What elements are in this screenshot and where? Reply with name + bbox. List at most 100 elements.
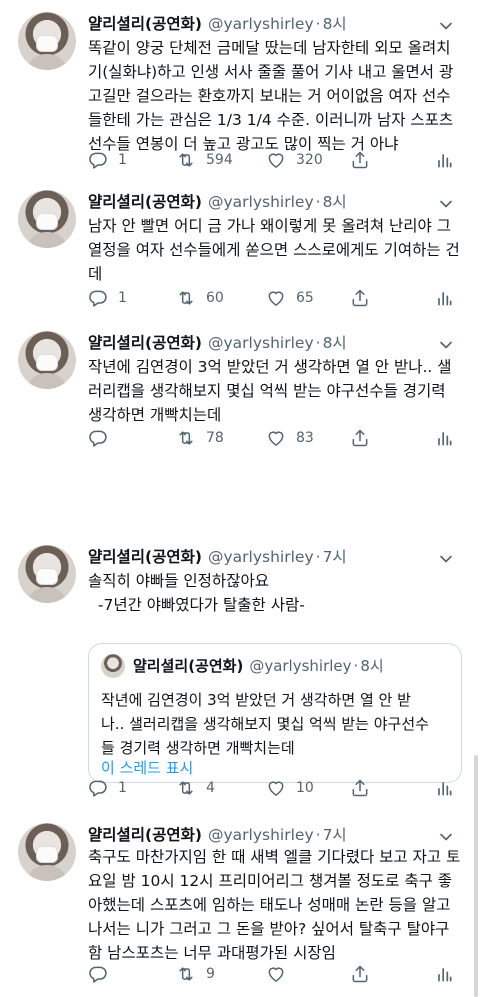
tweet-text-line: 함 남스포츠는 너무 과대평가된 시장임 xyxy=(88,944,336,962)
share-button[interactable] xyxy=(350,149,370,171)
display-name[interactable]: 얄리셜리(공연화) xyxy=(88,334,202,352)
quoted-timestamp: 8시 xyxy=(360,657,384,675)
quoted-text-line: 나.. 샐러리캡을 생각해보지 몇십 억씩 받는 야구선수 xyxy=(101,715,429,733)
quoted-header: 얄리셜리(공연화) @yarlyshirley · 8시 xyxy=(133,654,384,678)
analytics-button[interactable] xyxy=(434,427,454,449)
like-button[interactable]: 65 xyxy=(266,287,314,309)
chevron-down-icon xyxy=(436,16,456,36)
retweet-count: 9 xyxy=(206,966,215,982)
timestamp[interactable]: 7시 xyxy=(323,826,347,844)
retweet-button[interactable]: 60 xyxy=(176,287,224,309)
tweet-text-line: 생각하면 개빡치는데 xyxy=(88,406,222,424)
chevron-down-icon xyxy=(436,549,456,569)
stats-icon xyxy=(434,778,454,798)
stats-icon xyxy=(434,288,454,308)
avatar[interactable] xyxy=(18,823,76,881)
more-options-button[interactable] xyxy=(432,817,462,841)
reply-button[interactable] xyxy=(88,963,118,985)
retweet-button[interactable]: 78 xyxy=(176,427,224,449)
analytics-button[interactable] xyxy=(434,963,454,985)
share-button[interactable] xyxy=(350,427,370,449)
avatar[interactable] xyxy=(18,12,76,70)
tweet-actions: 78 83 xyxy=(88,427,464,449)
tweet-text: 똑같이 양궁 단체전 금메달 땄는데 남자한테 외모 올려치 기(실화냐)하고 … xyxy=(88,36,464,156)
quoted-avatar xyxy=(101,654,125,678)
retweet-icon xyxy=(176,288,196,308)
tweet-text-line: 솔직히 야빠들 인정하잖아요 xyxy=(88,572,269,590)
avatar[interactable] xyxy=(18,190,76,248)
like-count: 65 xyxy=(296,290,314,306)
quoted-tweet[interactable]: 얄리셜리(공연화) @yarlyshirley · 8시 작년에 김연경이 3억 받았… xyxy=(88,643,462,783)
timestamp[interactable]: 8시 xyxy=(323,15,347,33)
timestamp[interactable]: 8시 xyxy=(323,193,347,211)
stats-icon xyxy=(434,964,454,984)
reply-count: 1 xyxy=(118,152,127,168)
display-name[interactable]: 얄리셜리(공연화) xyxy=(88,548,202,566)
like-count: 83 xyxy=(296,430,314,446)
heart-icon xyxy=(266,428,286,448)
heart-icon xyxy=(266,778,286,798)
stats-icon xyxy=(434,150,454,170)
tweet-text: 축구도 마찬가지임 한 때 새벽 엘클 기다렸다 보고 자고 토 요일 밤 10… xyxy=(88,845,464,965)
display-name[interactable]: 얄리셜리(공연화) xyxy=(88,15,202,33)
quoted-text: 작년에 김연경이 3억 받았던 거 생각하면 열 안 받 나.. 샐러리캡을 생… xyxy=(101,688,451,760)
share-button[interactable] xyxy=(350,963,370,985)
heart-icon xyxy=(266,288,286,308)
retweet-button[interactable]: 594 xyxy=(176,149,233,171)
reply-button[interactable]: 1 xyxy=(88,777,127,799)
like-button[interactable] xyxy=(266,963,296,985)
scrollbar[interactable] xyxy=(474,755,478,997)
tweet-text-line: 데 xyxy=(88,265,103,283)
reply-button[interactable]: 1 xyxy=(88,149,127,171)
reply-count: 1 xyxy=(118,290,127,306)
share-button[interactable] xyxy=(350,287,370,309)
like-button[interactable]: 10 xyxy=(266,777,314,799)
reply-icon xyxy=(88,288,108,308)
reply-button[interactable]: 1 xyxy=(88,287,127,309)
reply-icon xyxy=(88,778,108,798)
show-thread-link[interactable]: 이 스레드 표시 xyxy=(101,758,193,778)
analytics-button[interactable] xyxy=(434,777,454,799)
display-name[interactable]: 얄리셜리(공연화) xyxy=(88,193,202,211)
share-button[interactable] xyxy=(350,777,370,799)
tweet-text: 작년에 김연경이 3억 받았던 거 생각하면 열 안 받나.. 샐 러리캡을 생… xyxy=(88,355,464,427)
user-handle[interactable]: @yarlyshirley xyxy=(208,548,314,566)
display-name[interactable]: 얄리셜리(공연화) xyxy=(88,826,202,844)
retweet-count: 594 xyxy=(206,152,233,168)
tweet-header: 얄리셜리(공연화) @yarlyshirley · 8시 xyxy=(88,12,347,36)
avatar[interactable] xyxy=(18,545,76,603)
separator-dot: · xyxy=(315,548,321,566)
quoted-text-line: 들 경기력 생각하면 개빡치는데 xyxy=(101,739,295,757)
user-handle[interactable]: @yarlyshirley xyxy=(208,193,314,211)
like-count: 10 xyxy=(296,780,314,796)
reply-button[interactable] xyxy=(88,427,118,449)
avatar[interactable] xyxy=(18,331,76,389)
more-options-button[interactable] xyxy=(432,6,462,30)
tweet-text-line: 아했는데 스포츠에 임하는 태도나 성매매 논란 등을 알고 xyxy=(88,896,451,914)
tweet-actions: 9 xyxy=(88,963,464,985)
share-icon xyxy=(350,428,370,448)
analytics-button[interactable] xyxy=(434,149,454,171)
user-handle[interactable]: @yarlyshirley xyxy=(208,334,314,352)
separator-dot: · xyxy=(315,193,321,211)
like-button[interactable]: 320 xyxy=(266,149,323,171)
timestamp[interactable]: 8시 xyxy=(323,334,347,352)
timestamp[interactable]: 7시 xyxy=(323,548,347,566)
retweet-button[interactable]: 9 xyxy=(176,963,215,985)
more-options-button[interactable] xyxy=(432,539,462,563)
more-options-button[interactable] xyxy=(432,325,462,349)
tweet-text-line: 기(실화냐)하고 인생 서사 줄줄 풀어 기사 내고 울면서 광 xyxy=(88,63,454,81)
chevron-down-icon xyxy=(436,194,456,214)
analytics-button[interactable] xyxy=(434,287,454,309)
quoted-text-line: 작년에 김연경이 3억 받았던 거 생각하면 열 안 받 xyxy=(101,691,411,709)
tweet-actions: 1 4 10 xyxy=(88,777,464,799)
user-handle[interactable]: @yarlyshirley xyxy=(208,15,314,33)
tweet-header: 얄리셜리(공연화) @yarlyshirley · 8시 xyxy=(88,190,347,214)
like-button[interactable]: 83 xyxy=(266,427,314,449)
retweet-button[interactable]: 4 xyxy=(176,777,215,799)
retweet-count: 60 xyxy=(206,290,224,306)
more-options-button[interactable] xyxy=(432,184,462,208)
user-handle[interactable]: @yarlyshirley xyxy=(208,826,314,844)
tweet-header: 얄리셜리(공연화) @yarlyshirley · 7시 xyxy=(88,545,347,569)
retweet-count: 4 xyxy=(206,780,215,796)
